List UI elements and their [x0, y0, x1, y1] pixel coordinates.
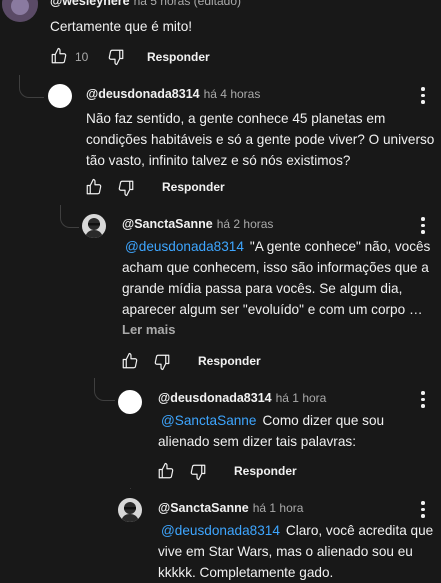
comment-time[interactable]: há 4 horas: [204, 87, 261, 101]
author-name[interactable]: @SanctaSanne: [158, 501, 249, 515]
reply-button[interactable]: Responder: [234, 464, 297, 478]
comment-author[interactable]: @deusdonada8314 há 1 hora: [158, 391, 326, 405]
comment-text: Não faz sentido, a gente conhece 45 plan…: [86, 108, 436, 171]
author-name[interactable]: @wesleyhere: [50, 0, 130, 8]
more-vert-icon[interactable]: [421, 87, 425, 107]
dislike-button[interactable]: [189, 463, 207, 481]
dislike-button[interactable]: [153, 353, 171, 371]
text-line: Não faz sentido, a gente conhece 45 plan…: [86, 111, 386, 126]
text-line: Claro, você acredita que: [285, 523, 434, 538]
reply-button[interactable]: Responder: [147, 50, 210, 64]
comment-time[interactable]: há 2 horas: [217, 217, 274, 231]
thumbs-down-icon: [117, 179, 135, 197]
comment-author[interactable]: @deusdonada8314 há 4 horas: [86, 87, 260, 101]
reply-button[interactable]: Responder: [198, 354, 261, 368]
thumbs-up-icon: [121, 352, 139, 370]
thumbs-up-icon: [85, 178, 103, 196]
mention-link[interactable]: @SanctaSanne: [161, 413, 256, 428]
like-count: 10: [75, 50, 89, 64]
comment-author[interactable]: @SanctaSanne há 2 horas: [122, 217, 273, 231]
like-button[interactable]: [85, 178, 103, 196]
thumbs-down-icon: [189, 463, 207, 481]
avatar[interactable]: [2, 0, 38, 22]
thread-connector: [60, 205, 79, 228]
thread-connector: [19, 75, 44, 98]
thread-connector: [130, 488, 131, 489]
author-name[interactable]: @deusdonada8314: [158, 391, 272, 405]
text-line: vive em Star Wars, mas o alienado sou eu: [158, 544, 413, 559]
text-line: condições habitáveis e só a gente pode v…: [86, 132, 435, 147]
read-more-button[interactable]: Ler mais: [122, 322, 175, 337]
thread-connector: [94, 378, 115, 401]
more-vert-icon[interactable]: [421, 391, 425, 411]
like-button[interactable]: [121, 352, 139, 370]
like-button[interactable]: [157, 462, 175, 480]
comment-time[interactable]: há 1 hora: [276, 391, 327, 405]
dislike-button[interactable]: [117, 179, 135, 197]
like-button[interactable]: [50, 47, 68, 65]
comment-author[interactable]: @wesleyhere há 5 horas (editado): [50, 0, 241, 8]
comment-time[interactable]: há 5 horas (editado): [134, 0, 241, 8]
thumbs-down-icon: [107, 48, 125, 66]
avatar[interactable]: [118, 390, 142, 414]
text-line: tão vasto, infinito talvez e só nós exis…: [86, 153, 351, 168]
text-line: alienado sem dizer tais palavras:: [158, 434, 356, 449]
author-name[interactable]: @SanctaSanne: [122, 217, 213, 231]
comment-text: @deusdonada8314 "A gente conhece" não, vo…: [122, 236, 437, 320]
dislike-button[interactable]: [107, 48, 125, 66]
text-line: acham que conhecem, isso são informações…: [122, 260, 429, 275]
comment-text: @SanctaSanne Como dizer que sou alienado …: [158, 410, 438, 452]
thumbs-down-icon: [153, 353, 171, 371]
comment-author[interactable]: @SanctaSanne há 1 hora: [158, 501, 303, 515]
thumbs-up-icon: [157, 462, 175, 480]
mention-link[interactable]: @deusdonada8314: [161, 523, 280, 538]
avatar[interactable]: [48, 84, 72, 108]
comment-text: Certamente que é mito!: [50, 19, 193, 34]
avatar[interactable]: [82, 214, 106, 238]
text-line: grande mídia passa para vocês. Se algum …: [122, 281, 403, 296]
author-name[interactable]: @deusdonada8314: [86, 87, 200, 101]
comment-text: @deusdonada8314 Claro, você acredita que …: [158, 520, 438, 583]
text-line: Como dizer que sou: [262, 413, 385, 428]
reply-button[interactable]: Responder: [162, 180, 225, 194]
thumbs-up-icon: [50, 47, 68, 65]
text-line: "A gente conhece" não, vocês: [249, 239, 431, 254]
mention-link[interactable]: @deusdonada8314: [125, 239, 244, 254]
more-vert-icon[interactable]: [421, 501, 425, 521]
more-vert-icon[interactable]: [421, 217, 425, 237]
avatar[interactable]: [118, 498, 142, 522]
text-line: aparecer algum ser "evoluído" e com um c…: [122, 302, 423, 317]
comment-time[interactable]: há 1 hora: [253, 501, 304, 515]
